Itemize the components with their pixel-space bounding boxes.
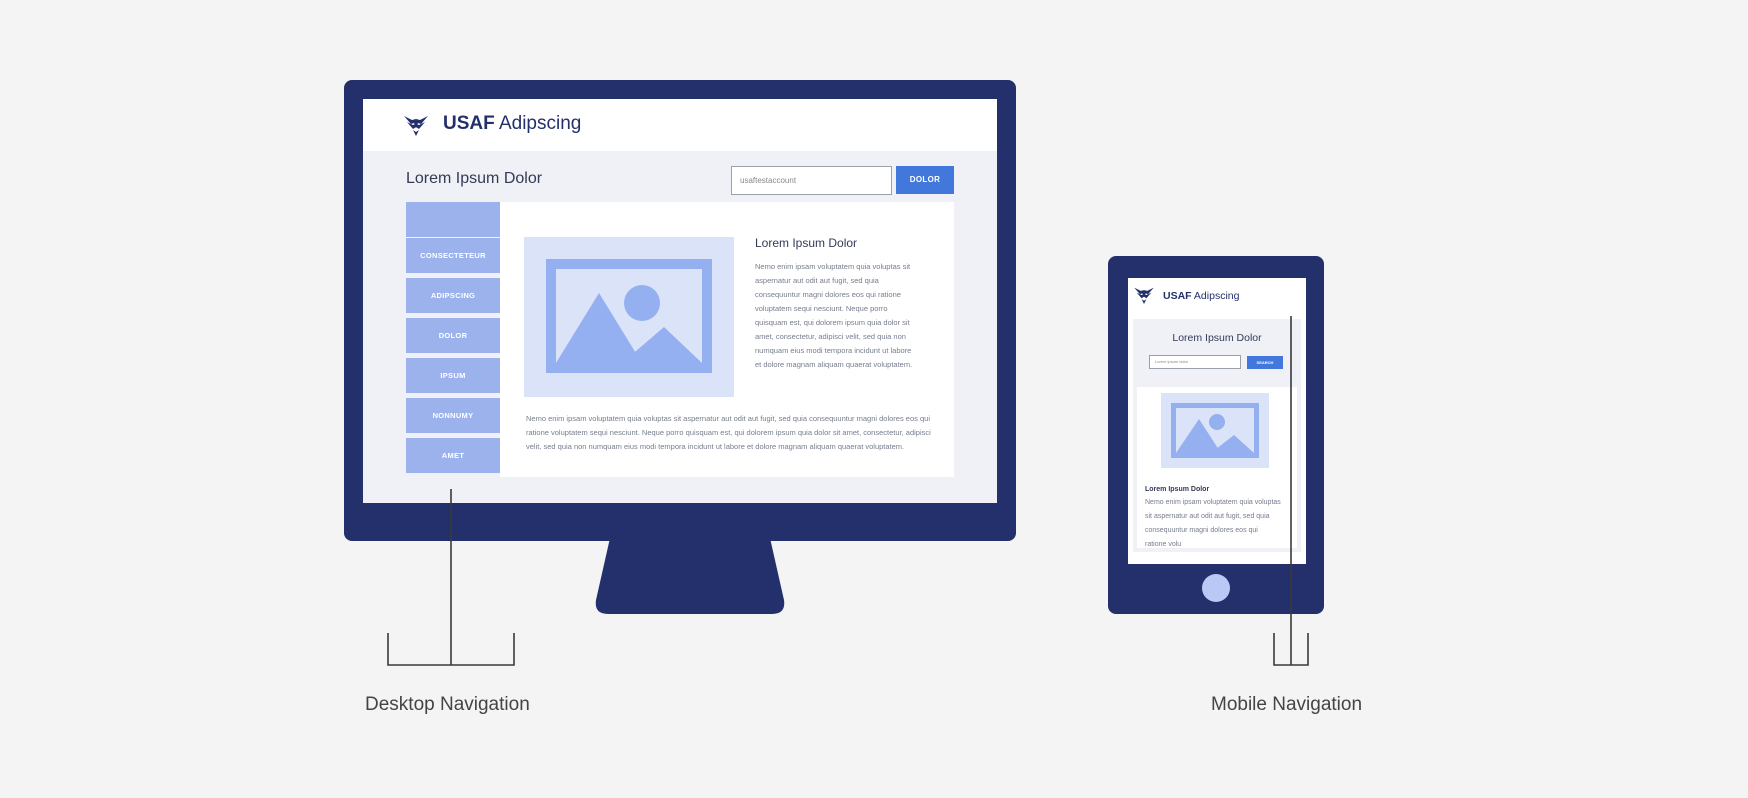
search-button[interactable]: DOLOR — [896, 166, 954, 194]
image-placeholder-icon — [1171, 403, 1259, 458]
image-placeholder — [524, 237, 734, 397]
article-body: Nemo enim ipsam voluptatem quia voluptas… — [755, 262, 913, 369]
sidebar-item-dolor[interactable]: DOLOR — [406, 318, 500, 353]
mobile-callout-bracket — [1273, 633, 1309, 666]
article-title: Lorem Ipsum Dolor — [755, 236, 858, 250]
desktop-callout-bracket — [387, 633, 515, 666]
sidebar-item-ipsum[interactable]: IPSUM — [406, 358, 500, 393]
sidebar-item-adipscing[interactable]: ADIPSCING — [406, 278, 500, 313]
search-input[interactable]: usaftestaccount — [731, 166, 892, 195]
desktop-screen: USAF Adipscing Lorem Ipsum Dolor usaftes… — [363, 99, 997, 503]
image-placeholder-icon — [546, 259, 712, 373]
sidebar-item-1[interactable] — [406, 202, 500, 237]
site-header: USAF Adipscing — [363, 99, 997, 151]
article-title: Lorem Ipsum Dolor — [1145, 486, 1210, 493]
sidebar-item-amet[interactable]: AMET — [406, 438, 500, 473]
mobile-search-area — [1133, 319, 1301, 387]
usaf-wings-logo-icon — [404, 116, 428, 136]
image-placeholder — [1161, 393, 1269, 468]
home-button[interactable] — [1202, 574, 1230, 602]
site-brand[interactable]: USAF Adipscing — [1163, 290, 1239, 302]
page-title: Lorem Ipsum Dolor — [1172, 332, 1262, 344]
search-input[interactable]: Lorem ipsum dolor — [1149, 355, 1241, 369]
site-brand[interactable]: USAF Adipscing — [443, 113, 581, 135]
content-panel: Lorem Ipsum Dolor Nemo enim ipsam volupt… — [500, 202, 954, 477]
monitor-stand — [595, 538, 785, 614]
sidebar-item-consecteteur[interactable]: CONSECTETEUR — [406, 238, 500, 273]
usaf-wings-logo-icon — [1134, 287, 1154, 304]
article-body-secondary: Nemo enim ipsam voluptatem quia voluptas… — [526, 414, 931, 451]
page-title: Lorem Ipsum Dolor — [406, 170, 543, 187]
article-body: Nemo enim ipsam voluptatem quia voluptas… — [1145, 499, 1281, 548]
mobile-navigation-label: Mobile Navigation — [1211, 694, 1363, 715]
search-button[interactable]: SEARCH — [1247, 356, 1283, 369]
mobile-screen: USAF Adipscing Lorem Ipsum Dolor Lorem i… — [1128, 278, 1306, 564]
desktop-navigation-label: Desktop Navigation — [365, 694, 530, 715]
sidebar-item-nonnumy[interactable]: NONNUMY — [406, 398, 500, 433]
